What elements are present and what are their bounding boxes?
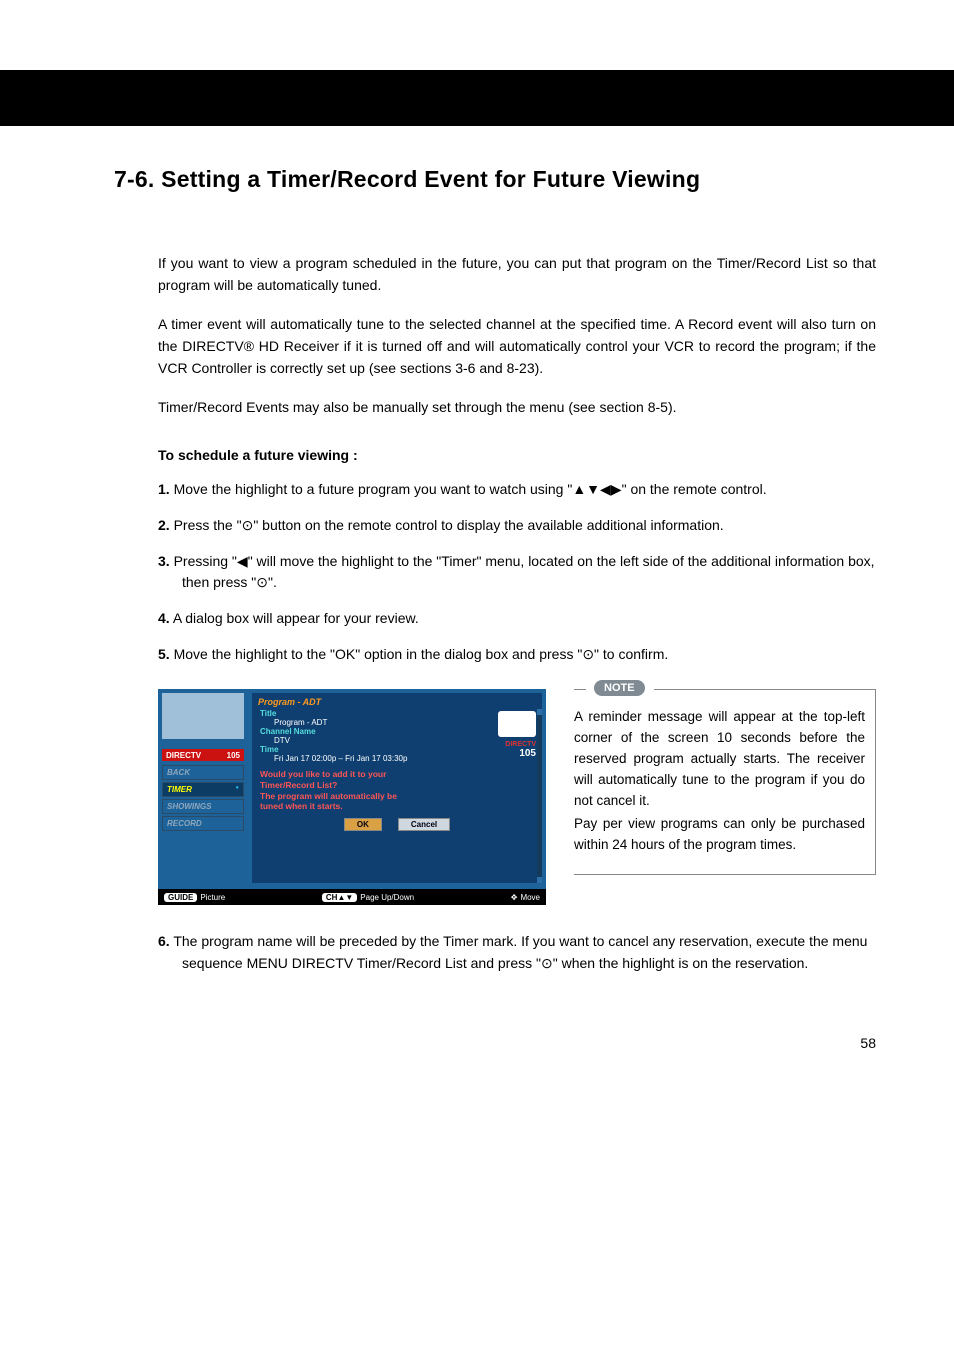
side-back: BACK bbox=[162, 765, 244, 780]
field-channel-value: DTV bbox=[260, 736, 534, 745]
select-icon: ⊙ bbox=[256, 574, 268, 590]
figure-screenshot: DIRECTV105 BACK TIMER SHOWINGS RECORD Pr… bbox=[158, 689, 546, 905]
step-6: 6. The program name will be preceded by … bbox=[158, 931, 876, 974]
select-icon: ⊙ bbox=[242, 517, 254, 533]
procedure-list: 1. Move the highlight to a future progra… bbox=[158, 479, 876, 665]
arrow-keys-icon: ▲▼◀▶ bbox=[572, 481, 621, 497]
step-2: 2. Press the "⊙" button on the remote co… bbox=[158, 515, 876, 537]
step-5: 5. Move the highlight to the "OK" option… bbox=[158, 644, 876, 666]
tv-footer: GUIDEPicture CH▲▼Page Up/Down ✥Move bbox=[158, 889, 546, 905]
tv-channel-bar: DIRECTV105 bbox=[162, 749, 244, 761]
select-icon: ⊙ bbox=[541, 955, 553, 971]
intro-paragraph-2: A timer event will automatically tune to… bbox=[158, 314, 876, 379]
page-number: 58 bbox=[0, 1029, 954, 1101]
side-timer: TIMER bbox=[162, 782, 244, 797]
step-3: 3. Pressing "◀" will move the highlight … bbox=[158, 551, 876, 594]
procedure-heading: To schedule a future viewing : bbox=[158, 447, 876, 463]
side-showings: SHOWINGS bbox=[162, 799, 244, 814]
body-column: If you want to view a program scheduled … bbox=[114, 253, 876, 975]
tv-left-pane: DIRECTV105 BACK TIMER SHOWINGS RECORD bbox=[158, 689, 248, 887]
field-time-value: Fri Jan 17 02:00p – Fri Jan 17 03:30p bbox=[260, 754, 534, 763]
scrollbar-icon bbox=[537, 709, 542, 883]
procedure-list-continued: 6. The program name will be preceded by … bbox=[158, 931, 876, 974]
field-channel-label: Channel Name bbox=[260, 727, 534, 736]
section-heading: 7-6. Setting a Timer/Record Event for Fu… bbox=[114, 166, 876, 193]
figure-and-note-row: DIRECTV105 BACK TIMER SHOWINGS RECORD Pr… bbox=[158, 689, 876, 905]
left-arrow-icon: ◀ bbox=[237, 553, 248, 569]
tv-dialog: Would you like to add it to your Timer/R… bbox=[260, 769, 534, 831]
tv-main-pane: Program - ADT DIRECTV105 Title Program -… bbox=[252, 693, 542, 883]
field-time-label: Time bbox=[260, 745, 534, 754]
select-icon: ⊙ bbox=[582, 646, 594, 662]
side-record: RECORD bbox=[162, 816, 244, 831]
intro-paragraph-3: Timer/Record Events may also be manually… bbox=[158, 397, 876, 419]
dialog-cancel-button: Cancel bbox=[398, 818, 450, 831]
step-4: 4. A dialog box will appear for your rev… bbox=[158, 608, 876, 630]
intro-paragraph-1: If you want to view a program scheduled … bbox=[158, 253, 876, 296]
note-callout: NOTE A reminder message will appear at t… bbox=[574, 689, 876, 874]
field-title-value: Program - ADT bbox=[260, 718, 534, 727]
tv-channel-badge: DIRECTV105 bbox=[498, 741, 536, 759]
tv-mock: DIRECTV105 BACK TIMER SHOWINGS RECORD Pr… bbox=[158, 689, 546, 905]
step-1: 1. Move the highlight to a future progra… bbox=[158, 479, 876, 501]
field-title-label: Title bbox=[260, 709, 534, 718]
move-icon: ✥ bbox=[511, 893, 518, 902]
note-paragraph-1: A reminder message will appear at the to… bbox=[574, 707, 865, 812]
dialog-ok-button: OK bbox=[344, 818, 382, 831]
header-band bbox=[0, 70, 954, 126]
note-label: NOTE bbox=[594, 680, 645, 696]
tv-preview-thumb bbox=[162, 693, 244, 739]
note-paragraph-2: Pay per view programs can only be purcha… bbox=[574, 814, 865, 856]
page-content: 7-6. Setting a Timer/Record Event for Fu… bbox=[0, 126, 954, 1029]
document-page: 7-6. Setting a Timer/Record Event for Fu… bbox=[0, 70, 954, 1101]
tv-logo-icon bbox=[498, 711, 536, 737]
tv-program-title: Program - ADT bbox=[252, 693, 542, 709]
